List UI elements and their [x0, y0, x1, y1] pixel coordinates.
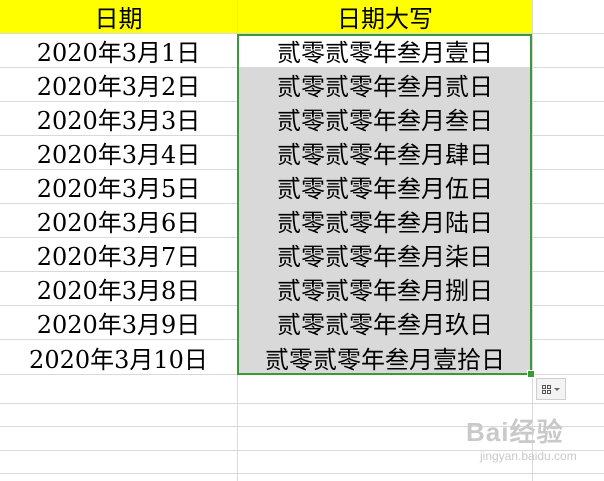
uppercase-date-cell[interactable]: 贰零贰零年叁月伍日: [238, 170, 532, 203]
header-cell-date-uppercase[interactable]: 日期大写: [238, 0, 532, 33]
date-cell[interactable]: 2020年3月10日: [0, 340, 237, 374]
date-cell[interactable]: 2020年3月3日: [0, 102, 237, 135]
uppercase-date-cell[interactable]: 贰零贰零年叁月玖日: [238, 306, 532, 339]
watermark-text: Bai经验: [466, 417, 564, 447]
uppercase-date-cell[interactable]: 贰零贰零年叁月捌日: [238, 272, 532, 305]
gridline: [0, 426, 604, 427]
date-cell[interactable]: 2020年3月2日: [0, 68, 237, 101]
gridline: [532, 0, 533, 481]
date-cell[interactable]: 2020年3月4日: [0, 136, 237, 169]
uppercase-date-cell[interactable]: 贰零贰零年叁月贰日: [238, 68, 532, 101]
date-cell[interactable]: 2020年3月5日: [0, 170, 237, 203]
fill-handle[interactable]: [527, 370, 535, 378]
quick-analysis-button[interactable]: [536, 378, 566, 400]
header-cell-date[interactable]: 日期: [0, 0, 237, 33]
watermark-logo: Bai经验: [466, 412, 596, 449]
spreadsheet-grid[interactable]: 日期 日期大写 2020年3月1日 贰零贰零年叁月壹日 2020年3月2日 贰零…: [0, 0, 604, 481]
uppercase-date-cell[interactable]: 贰零贰零年叁月壹日: [238, 34, 532, 67]
gridline: [0, 473, 604, 474]
date-cell[interactable]: 2020年3月8日: [0, 272, 237, 305]
date-cell[interactable]: 2020年3月1日: [0, 34, 237, 67]
date-cell[interactable]: 2020年3月7日: [0, 238, 237, 271]
quick-analysis-icon: [542, 384, 551, 394]
gridline: [0, 403, 604, 404]
uppercase-date-cell[interactable]: 贰零贰零年叁月柒日: [238, 238, 532, 271]
watermark: Bai经验 jingyan.baidu.com: [466, 412, 596, 472]
uppercase-date-cell[interactable]: 贰零贰零年叁月陆日: [238, 204, 532, 237]
gridline: [0, 450, 604, 451]
uppercase-date-cell[interactable]: 贰零贰零年叁月肆日: [238, 136, 532, 169]
uppercase-date-cell[interactable]: 贰零贰零年叁月壹拾日: [238, 340, 532, 374]
date-cell[interactable]: 2020年3月6日: [0, 204, 237, 237]
chevron-down-icon: [554, 387, 560, 391]
watermark-url: jingyan.baidu.com: [480, 449, 577, 463]
date-cell[interactable]: 2020年3月9日: [0, 306, 237, 339]
uppercase-date-cell[interactable]: 贰零贰零年叁月叁日: [238, 102, 532, 135]
